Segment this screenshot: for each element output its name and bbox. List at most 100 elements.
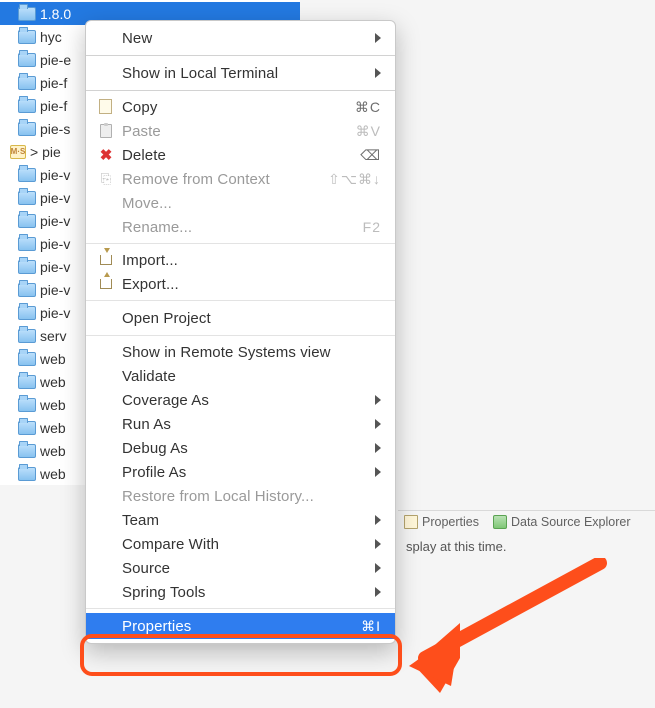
properties-icon <box>404 515 418 529</box>
menu-shortcut: F2 <box>363 219 381 235</box>
tree-item-label: web <box>40 351 66 367</box>
remove-context-icon: ⎘ <box>98 171 114 187</box>
folder-icon <box>18 122 36 136</box>
submenu-arrow-icon <box>375 68 381 78</box>
menu-label: Team <box>122 512 367 529</box>
tree-item-label: pie-f <box>40 98 67 114</box>
paste-icon <box>98 123 114 139</box>
tree-item-label: pie-s <box>40 121 70 137</box>
menu-compare-with[interactable]: Compare With <box>86 532 395 556</box>
menu-run-as[interactable]: Run As <box>86 412 395 436</box>
data-source-icon <box>493 515 507 529</box>
menu-shortcut: ⌘V <box>356 123 381 140</box>
folder-icon <box>18 329 36 343</box>
blank-icon <box>98 65 114 81</box>
tab-label: Properties <box>422 515 479 529</box>
submenu-arrow-icon <box>375 563 381 573</box>
modified-badge-icon: M·S <box>10 145 26 159</box>
blank-icon <box>98 195 114 211</box>
submenu-arrow-icon <box>375 587 381 597</box>
menu-paste: Paste ⌘V <box>86 119 395 143</box>
tree-item-label: serv <box>40 328 66 344</box>
menu-label: Show in Local Terminal <box>122 65 367 82</box>
menu-new[interactable]: New <box>86 25 395 51</box>
menu-label: Coverage As <box>122 392 367 409</box>
tab-properties[interactable]: Properties <box>404 515 479 529</box>
menu-show-local-terminal[interactable]: Show in Local Terminal <box>86 60 395 86</box>
disclosure-icon[interactable] <box>0 147 4 157</box>
tree-item-label: pie-v <box>40 213 70 229</box>
menu-label: Spring Tools <box>122 584 367 601</box>
folder-icon <box>18 421 36 435</box>
tab-label: Data Source Explorer <box>511 515 631 529</box>
menu-label: Import... <box>122 252 381 269</box>
blank-icon <box>98 536 114 552</box>
menu-label: Run As <box>122 416 367 433</box>
menu-team[interactable]: Team <box>86 508 395 532</box>
menu-label: Move... <box>122 195 381 212</box>
menu-spring-tools[interactable]: Spring Tools <box>86 580 395 604</box>
menu-separator <box>86 243 395 244</box>
menu-remove-from-context: ⎘ Remove from Context ⇧⌥⌘↓ <box>86 167 395 191</box>
menu-shortcut: ⌘C <box>355 99 381 116</box>
menu-validate[interactable]: Validate <box>86 364 395 388</box>
folder-icon <box>18 99 36 113</box>
menu-label: Compare With <box>122 536 367 553</box>
menu-copy[interactable]: Copy ⌘C <box>86 95 395 119</box>
menu-source[interactable]: Source <box>86 556 395 580</box>
tree-item-label: hyc <box>40 29 62 45</box>
tree-item-label: 1.8.0 <box>40 6 71 22</box>
menu-show-remote-systems-view[interactable]: Show in Remote Systems view <box>86 340 395 364</box>
menu-properties[interactable]: Properties ⌘I <box>86 613 395 639</box>
bottom-panel-message: splay at this time. <box>398 529 655 554</box>
folder-icon <box>18 191 36 205</box>
tree-item-label: pie-v <box>40 282 70 298</box>
folder-icon <box>18 283 36 297</box>
menu-export[interactable]: Export... <box>86 272 395 296</box>
blank-icon <box>98 30 114 46</box>
menu-separator <box>86 335 395 336</box>
tree-item-label: pie-v <box>40 190 70 206</box>
blank-icon <box>98 618 114 634</box>
tree-item-label: pie-f <box>40 75 67 91</box>
submenu-arrow-icon <box>375 539 381 549</box>
menu-coverage-as[interactable]: Coverage As <box>86 388 395 412</box>
folder-icon <box>18 467 36 481</box>
menu-debug-as[interactable]: Debug As <box>86 436 395 460</box>
menu-open-project[interactable]: Open Project <box>86 305 395 331</box>
delete-icon: ✖ <box>98 147 114 163</box>
blank-icon <box>98 440 114 456</box>
menu-label: Source <box>122 560 367 577</box>
blank-icon <box>98 392 114 408</box>
submenu-arrow-icon <box>375 515 381 525</box>
blank-icon <box>98 584 114 600</box>
blank-icon <box>98 310 114 326</box>
tree-item-label: pie-v <box>40 259 70 275</box>
blank-icon <box>98 464 114 480</box>
menu-rename: Rename... F2 <box>86 215 395 239</box>
folder-icon <box>18 444 36 458</box>
tree-item-label: pie-v <box>40 236 70 252</box>
menu-delete[interactable]: ✖ Delete ⌫ <box>86 143 395 167</box>
folder-icon <box>18 352 36 366</box>
menu-label: Profile As <box>122 464 367 481</box>
folder-icon <box>18 260 36 274</box>
menu-label: Properties <box>122 618 353 635</box>
tab-data-source-explorer[interactable]: Data Source Explorer <box>493 515 631 529</box>
annotation-arrow-icon <box>405 558 625 708</box>
menu-label: Rename... <box>122 219 355 236</box>
menu-label: Show in Remote Systems view <box>122 344 381 361</box>
folder-icon <box>18 76 36 90</box>
menu-import[interactable]: Import... <box>86 248 395 272</box>
folder-icon <box>18 237 36 251</box>
blank-icon <box>98 512 114 528</box>
tree-item-label: pie-e <box>40 52 71 68</box>
menu-separator <box>86 90 395 91</box>
menu-label: Debug As <box>122 440 367 457</box>
menu-profile-as[interactable]: Profile As <box>86 460 395 484</box>
menu-label: Paste <box>122 123 348 140</box>
folder-icon <box>18 398 36 412</box>
menu-separator <box>86 300 395 301</box>
blank-icon <box>98 416 114 432</box>
menu-label: Delete <box>122 147 352 164</box>
